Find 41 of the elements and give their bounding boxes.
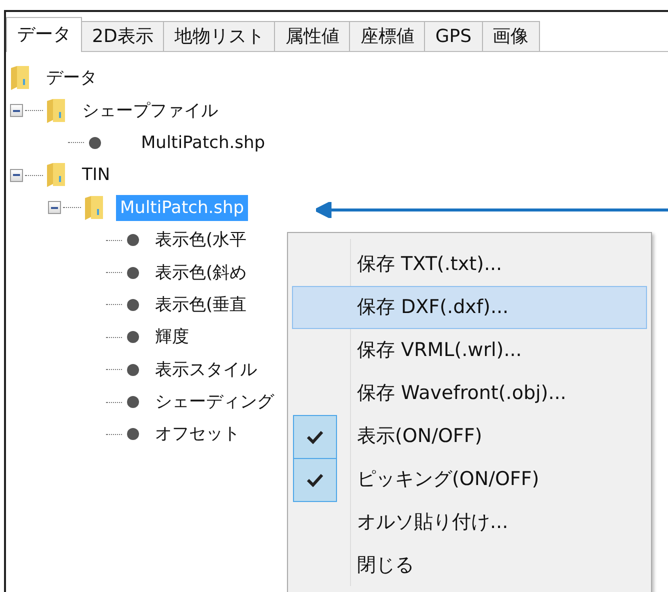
bullet-icon [127,331,139,344]
tree-item[interactable]: 表示色(垂直 [151,292,251,318]
tree-item[interactable]: オフセット [151,421,244,448]
collapse-toggle-icon[interactable] [10,104,23,118]
tab[interactable]: 地物リスト [163,21,276,51]
tree-item[interactable]: 表示色(斜め [151,260,251,286]
bullet-icon [127,298,139,311]
tree-item[interactable]: 表示色(水平 [151,227,251,254]
collapse-toggle-icon[interactable] [48,201,61,214]
bullet-icon [127,266,139,279]
tree-item[interactable]: 表示スタイル [151,356,261,383]
tree-item[interactable]: シェーディング [151,389,278,416]
folder-icon [46,98,66,124]
tree-item[interactable]: MultiPatch.shp [137,130,270,156]
menu-item[interactable]: 表示(ON/OFF) [292,415,647,458]
folder-icon [84,194,104,221]
tab[interactable]: GPS [424,21,483,51]
bullet-icon [127,234,139,246]
tree-item[interactable]: シェープファイル [78,98,222,124]
tab[interactable]: 座標値 [349,21,426,51]
bullet-icon [127,364,139,376]
bullet-icon [89,136,101,149]
menu-item[interactable]: 閉じる [292,544,647,587]
menu-item[interactable]: 保存 TXT(.txt)... [292,243,647,286]
tab[interactable]: データ [6,17,82,52]
bullet-icon [127,396,139,408]
menu-item[interactable]: オルソ貼り付け... [292,501,647,544]
folder-icon [46,162,66,188]
bullet-icon [127,428,139,440]
folder-icon [10,65,30,92]
tree-item[interactable]: データ [42,65,101,92]
menu-item[interactable]: 保存 Wavefront(.obj)... [292,372,647,415]
menu-item[interactable]: 保存 VRML(.wrl)... [292,329,647,372]
tab[interactable]: 属性値 [274,21,350,51]
menu-item[interactable]: ピッキング(ON/OFF) [292,458,647,501]
tab[interactable]: 画像 [482,21,540,51]
menu-item[interactable]: 保存 DXF(.dxf)... [292,286,647,329]
tree-item[interactable]: TIN [78,162,114,188]
collapse-toggle-icon[interactable] [10,168,23,182]
tree-item[interactable]: 輝度 [151,324,193,350]
tab[interactable]: 2D表示 [81,21,164,51]
